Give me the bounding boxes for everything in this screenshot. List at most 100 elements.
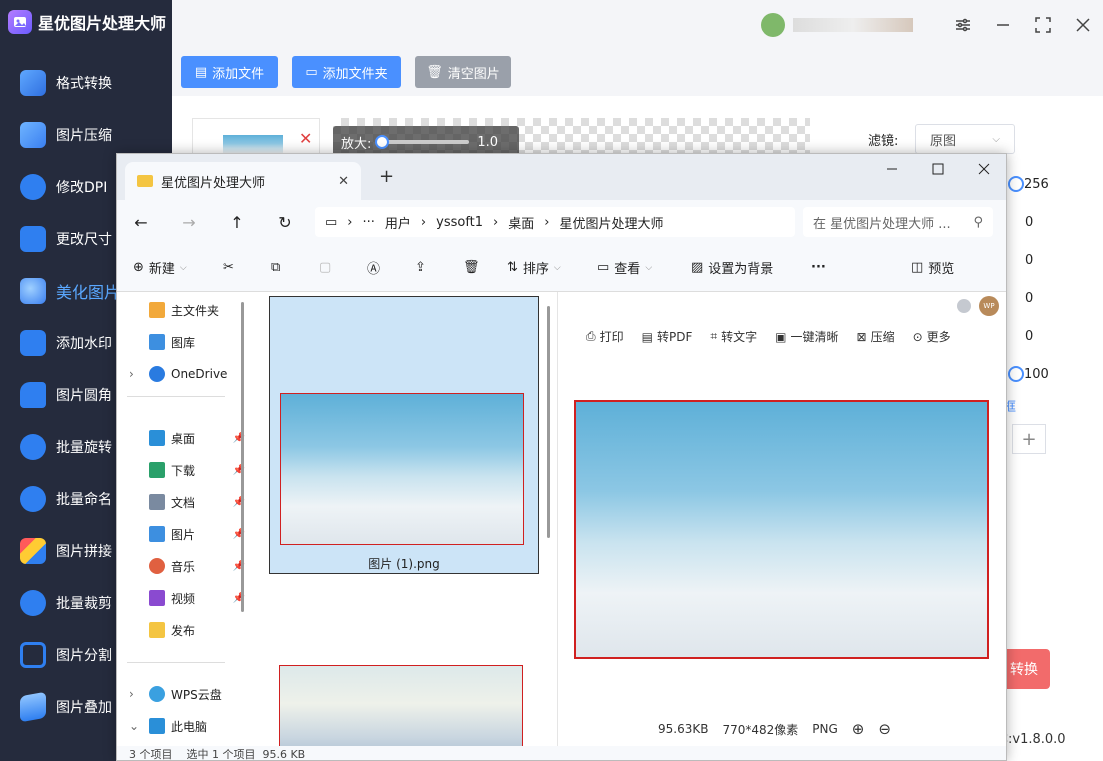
nav-scrollbar[interactable]: [241, 302, 244, 612]
cut-icon[interactable]: ✂: [223, 260, 271, 275]
search-placeholder: 在 星优图片处理大师 ...: [813, 216, 951, 232]
file-item-selected[interactable]: 图片 (1).png: [269, 296, 539, 574]
add-folder-button[interactable]: ▭ 添加文件夹: [292, 56, 401, 88]
home-icon: [149, 302, 165, 318]
breadcrumb-item[interactable]: yssoft1: [436, 215, 483, 230]
compress-button[interactable]: ⊠ 压缩: [857, 328, 895, 345]
tree-item-documents[interactable]: 文档 📌: [117, 488, 249, 516]
split-icon: [20, 642, 46, 668]
breadcrumb-item[interactable]: 用户: [385, 213, 411, 232]
copy-icon[interactable]: ⧉: [271, 260, 319, 275]
tree-item-music[interactable]: 音乐 📌: [117, 552, 249, 580]
rename-icon: [20, 486, 46, 512]
rename-icon[interactable]: Ⓐ: [367, 258, 415, 277]
close-icon[interactable]: [1063, 0, 1103, 50]
nav-label: 格式转换: [56, 76, 112, 92]
tree-item-this-pc[interactable]: ⌄ 此电脑: [117, 712, 249, 740]
plus-circle-icon: ⊕: [133, 260, 144, 275]
cloud-icon: [149, 686, 165, 702]
plus-icon[interactable]: +: [1012, 424, 1046, 454]
refresh-icon[interactable]: ↻: [261, 213, 309, 232]
up-icon[interactable]: ↑: [213, 213, 261, 232]
set-background-button[interactable]: ▨ 设置为背景: [691, 258, 811, 277]
file-icon: ▤: [194, 64, 208, 80]
new-button[interactable]: ⊕ 新建 ⌵: [133, 258, 223, 277]
paste-icon[interactable]: ▢: [319, 260, 367, 275]
maximize-icon[interactable]: [1023, 0, 1063, 50]
slider-handle-1[interactable]: [1008, 176, 1024, 192]
add-file-button[interactable]: ▤ 添加文件: [181, 56, 278, 88]
desktop-icon: [149, 430, 165, 446]
explorer-navbar: ← → ↑ ↻ ▭ › ··· 用户 › yssoft1 › 桌面 › 星优图片…: [117, 200, 1006, 244]
explorer-command-bar: ⊕ 新建 ⌵ ✂ ⧉ ▢ Ⓐ ⇪ 🗑 ⇅ 排序 ⌵ ▭ 查看 ⌵ ▨ 设置为背景 ··· ◫ 预…: [117, 244, 1006, 292]
file-size: 95.63KB: [658, 722, 709, 736]
zoom-in-icon[interactable]: ⊕: [852, 720, 865, 738]
computer-icon: [149, 718, 165, 734]
sort-button[interactable]: ⇅ 排序 ⌵: [507, 258, 597, 277]
thumbnail-card[interactable]: ✕: [192, 118, 320, 159]
breadcrumb-more[interactable]: ···: [363, 215, 375, 230]
breadcrumb-item[interactable]: 星优图片处理大师: [559, 213, 663, 232]
explorer-tabbar: 星优图片处理大师 ✕ +: [117, 154, 1006, 200]
zoom-out-icon[interactable]: ⊖: [878, 720, 891, 738]
remove-thumbnail-icon[interactable]: ✕: [299, 129, 312, 148]
forward-icon[interactable]: →: [165, 213, 213, 232]
zoom-label: 放大:: [341, 136, 372, 152]
minimize-icon[interactable]: [983, 0, 1023, 50]
slider-value-2: 0: [1025, 215, 1034, 230]
tree-item-onedrive[interactable]: › OneDrive: [117, 360, 249, 388]
file-thumbnail: [280, 393, 524, 545]
printer-icon: ⎙: [586, 329, 596, 343]
preview-canvas: 放大: 1.0: [333, 118, 810, 158]
address-bar[interactable]: ▭ › ··· 用户 › yssoft1 › 桌面 › 星优图片处理大师: [315, 207, 795, 237]
search-icon: ⚲: [973, 214, 983, 230]
tree-item-desktop[interactable]: 桌面 📌: [117, 424, 249, 452]
filter-select[interactable]: 原图 ⌵: [915, 124, 1015, 154]
more-icon: ⊙: [912, 329, 923, 344]
music-icon: [149, 558, 165, 574]
nav-format-convert[interactable]: 格式转换: [0, 57, 172, 109]
file-name: 图片 (1).png: [368, 557, 440, 571]
tree-item-gallery[interactable]: 图库: [117, 328, 249, 356]
to-text-button[interactable]: ⌗ 转文字: [710, 328, 757, 345]
slider-handle-6[interactable]: [1008, 366, 1024, 382]
settings-icon[interactable]: [943, 0, 983, 50]
preview-pane-button[interactable]: ◫ 预览: [911, 258, 954, 277]
clear-images-button[interactable]: 🗑 清空图片: [415, 56, 511, 88]
tree-item-publish[interactable]: 发布: [117, 616, 249, 644]
clear-button[interactable]: ▣ 一键清晰: [775, 328, 838, 345]
new-tab-icon[interactable]: +: [379, 166, 394, 187]
delete-icon[interactable]: 🗑: [463, 260, 507, 275]
computer-icon: ▭: [325, 214, 338, 230]
stitch-icon: [20, 538, 46, 564]
print-button[interactable]: ⎙ 打印: [586, 328, 624, 345]
tree-item-wps[interactable]: › WPS云盘: [117, 680, 249, 708]
more-button[interactable]: ⊙ 更多: [913, 328, 951, 345]
minimize-icon[interactable]: [869, 154, 915, 184]
zoom-slider[interactable]: [375, 135, 470, 149]
search-input[interactable]: 在 星优图片处理大师 ... ⚲: [803, 207, 993, 237]
explorer-tab[interactable]: 星优图片处理大师 ✕: [125, 162, 361, 200]
beautify-icon: [20, 278, 46, 304]
filter-value: 原图: [930, 133, 957, 149]
tree-item-pictures[interactable]: 图片 📌: [117, 520, 249, 548]
tree-item-home[interactable]: 主文件夹: [117, 296, 249, 324]
to-pdf-button[interactable]: ▤ 转PDF: [642, 328, 693, 345]
avatar[interactable]: [761, 13, 785, 37]
slider-value-4: 0: [1025, 291, 1034, 306]
file-scrollbar[interactable]: [547, 306, 550, 538]
wps-avatar[interactable]: WP: [979, 296, 999, 316]
tree-item-downloads[interactable]: 下载 📌: [117, 456, 249, 484]
maximize-icon[interactable]: [915, 154, 961, 184]
breadcrumb-item[interactable]: 桌面: [508, 213, 534, 232]
close-icon[interactable]: [961, 154, 1006, 184]
tree-item-videos[interactable]: 视频 📌: [117, 584, 249, 612]
zoom-slider-handle[interactable]: [375, 135, 390, 149]
more-options-icon[interactable]: ···: [811, 260, 911, 275]
share-icon[interactable]: ⇪: [415, 260, 463, 275]
video-icon: [149, 590, 165, 606]
view-button[interactable]: ▭ 查看 ⌵: [597, 258, 691, 277]
back-icon[interactable]: ←: [117, 213, 165, 232]
close-tab-icon[interactable]: ✕: [338, 174, 349, 189]
tab-title: 星优图片处理大师: [161, 175, 266, 191]
